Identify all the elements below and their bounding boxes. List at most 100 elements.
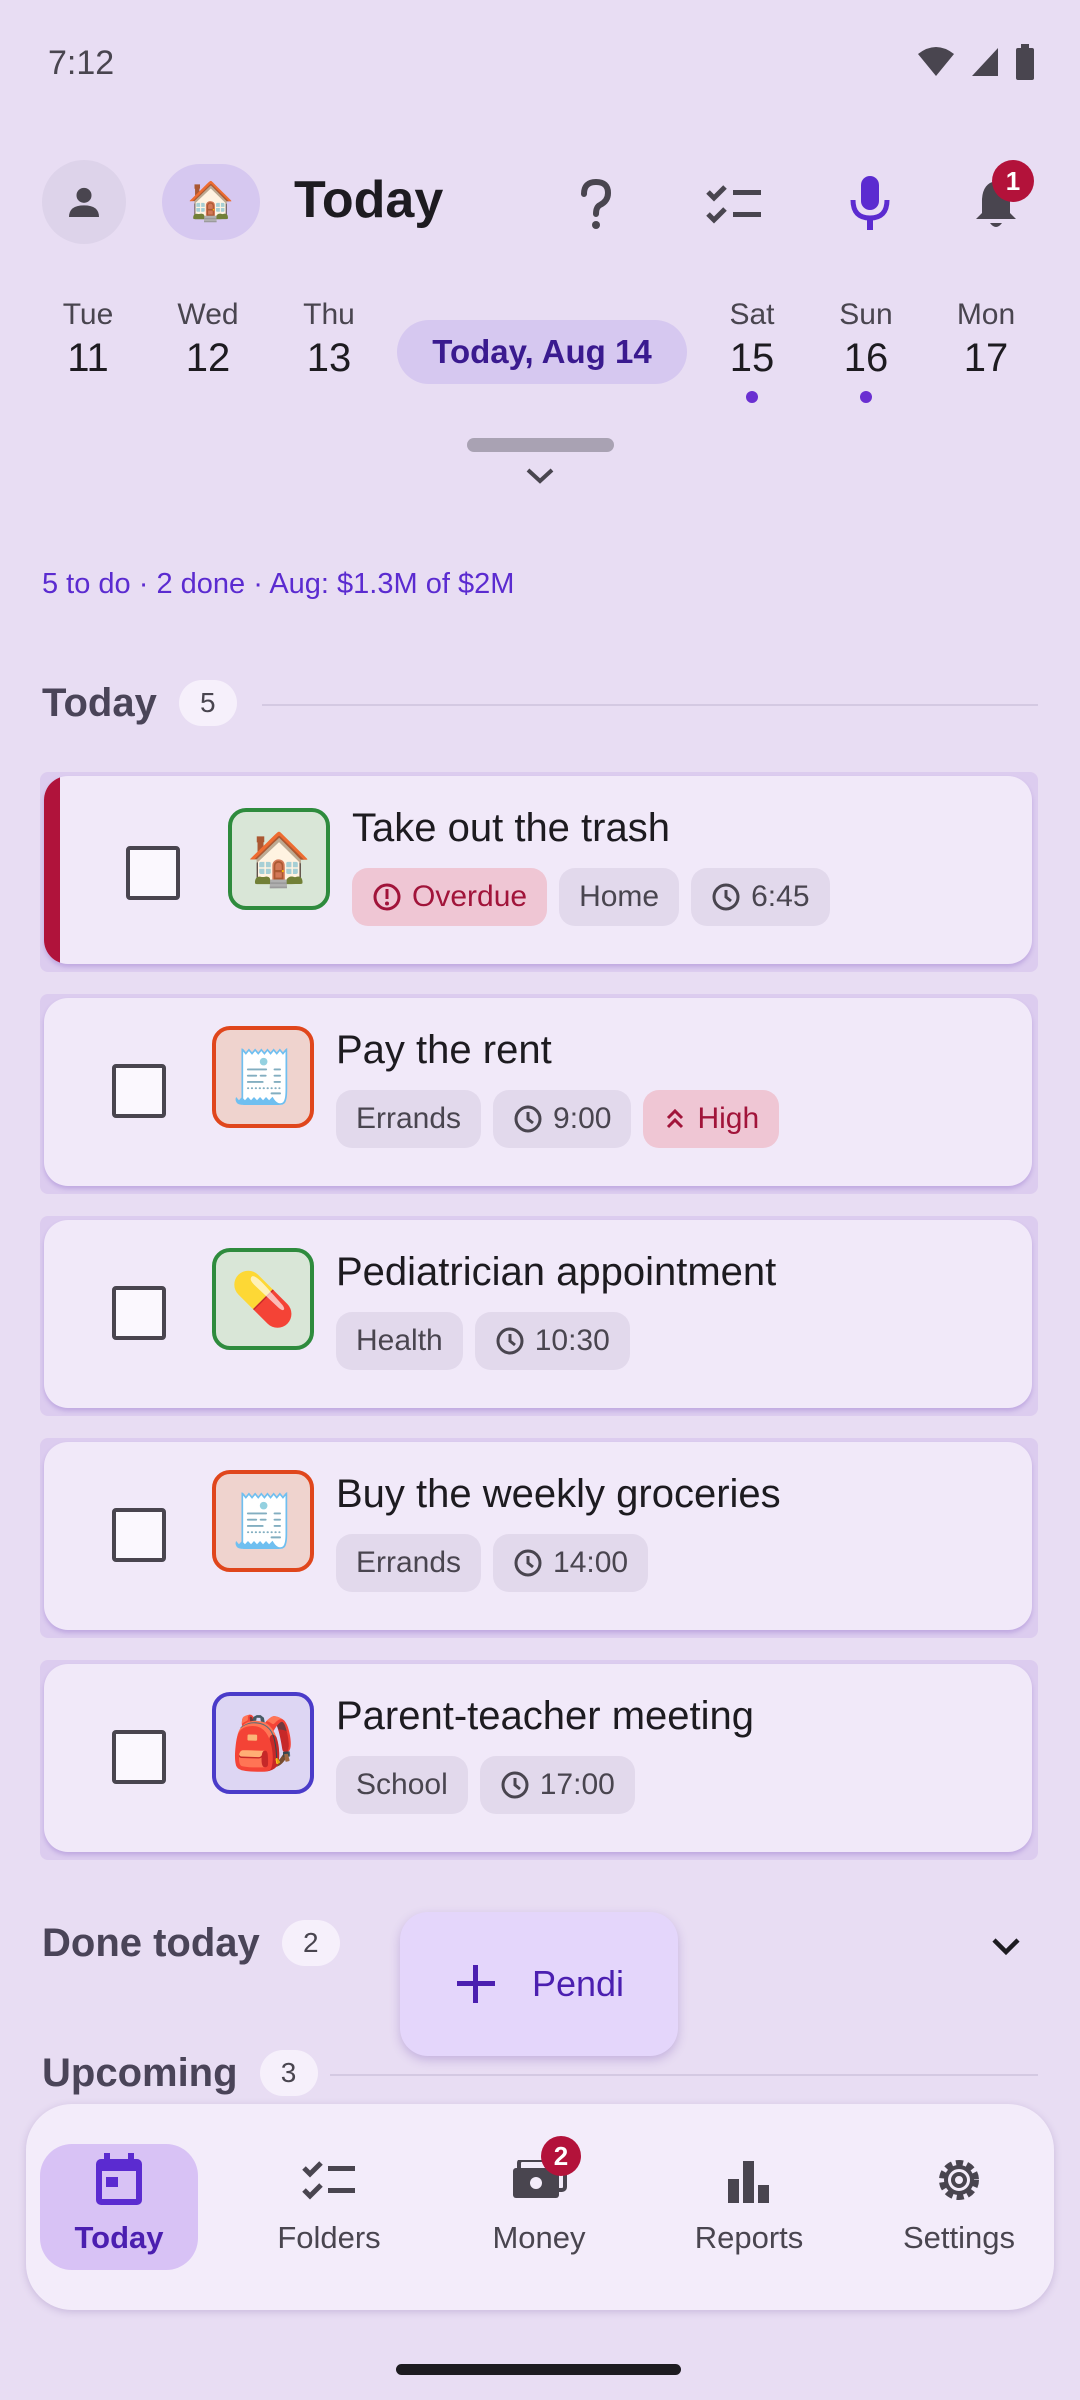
day-number: 16 [843,336,889,380]
clock-icon [501,1771,529,1799]
task-card[interactable]: 🎒 Parent-teacher meeting School 17:00 [40,1660,1038,1860]
section-title: Done today [42,1920,260,1965]
chevron-down-icon [992,1938,1020,1956]
section-divider [262,704,1038,706]
done-today-section-header[interactable]: Done today 2 [42,1920,340,1966]
checklist-icon [706,185,761,224]
day-of-week: Sun [839,298,893,331]
voice-input-button[interactable] [828,162,912,246]
today-section-header: Today 5 [42,680,237,726]
category-chip: School [336,1756,468,1814]
nav-label: Today [74,2220,164,2255]
date-mon-17[interactable]: Mon 17 [931,298,1041,381]
nav-today[interactable]: Today [29,2104,209,2310]
category-chip: Health [336,1312,463,1370]
health-category-icon: 💊 [212,1248,314,1350]
workspace-home-chip[interactable]: 🏠 [162,164,260,240]
chip-label: School [356,1768,448,1801]
day-number: 15 [729,336,775,380]
has-tasks-dot [860,391,872,403]
checklist-button[interactable] [692,162,776,246]
chip-label: High [697,1102,760,1135]
date-tue-11[interactable]: Tue 11 [33,298,143,381]
time-chip: 10:30 [474,1312,630,1370]
category-chip: Errands [336,1534,482,1592]
overdue-chip: Overdue [352,868,548,926]
section-divider [330,2074,1038,2076]
task-checkbox[interactable] [112,1730,166,1784]
profile-button[interactable] [42,160,126,244]
backpack-emoji-icon: 🎒 [230,1714,296,1773]
help-icon [581,178,612,229]
double-chevron-up-icon [667,1108,684,1129]
add-task-fab[interactable]: Pendi [400,1912,678,2056]
nav-settings[interactable]: Settings [869,2104,1049,2310]
pill-emoji-icon: 💊 [230,1270,296,1329]
expand-calendar-button[interactable] [520,464,560,493]
chip-label: 17:00 [539,1768,615,1801]
notification-badge: 1 [992,160,1034,202]
task-title: Buy the weekly groceries [336,1472,781,1516]
home-category-icon: 🏠 [228,808,330,910]
task-checkbox[interactable] [112,1064,166,1118]
nav-folders[interactable]: Folders [239,2104,419,2310]
errands-category-icon: 🧾 [212,1026,314,1128]
cellular-signal-icon [972,48,998,76]
nav-label: Reports [694,2220,804,2255]
upcoming-section-header: Upcoming 3 [42,2050,318,2096]
chip-label: 9:00 [553,1102,612,1135]
section-count: 5 [178,680,237,726]
bottom-navigation: Today Folders 2 Money Reports Settings [26,2104,1054,2310]
calendar-drag-handle[interactable] [467,438,614,452]
task-checkbox[interactable] [126,846,180,900]
battery-icon [1016,44,1034,80]
task-checkbox[interactable] [112,1508,166,1562]
chip-label: Errands [356,1102,462,1135]
date-sat-15[interactable]: Sat 15 [697,298,807,403]
overdue-stripe [44,776,60,964]
date-thu-13[interactable]: Thu 13 [274,298,384,381]
task-title: Pay the rent [336,1028,552,1072]
nav-money[interactable]: 2 Money [449,2104,629,2310]
chip-label: Health [356,1324,443,1357]
day-number: 13 [306,336,352,380]
bar-chart-icon [728,2161,769,2203]
clock-icon [514,1549,542,1577]
nav-reports[interactable]: Reports [659,2104,839,2310]
alert-circle-icon [373,883,401,911]
day-of-week: Mon [956,298,1016,331]
help-button[interactable] [554,162,638,246]
errands-category-icon: 🧾 [212,1470,314,1572]
money-badge: 2 [541,2136,581,2176]
nav-label: Money [492,2220,586,2255]
page-title: Today [294,171,444,229]
house-emoji-icon: 🏠 [187,181,235,223]
task-card[interactable]: 🧾 Buy the weekly groceries Errands 14:00 [40,1438,1038,1638]
expand-done-button[interactable] [984,1926,1028,1971]
section-title: Today [42,680,157,725]
task-checkbox[interactable] [112,1286,166,1340]
receipt-emoji-icon: 🧾 [230,1492,296,1551]
checklist-icon [302,2161,355,2200]
task-card[interactable]: 🧾 Pay the rent Errands 9:00 High [40,994,1038,1194]
clock-icon [496,1327,524,1355]
section-title: Upcoming [42,2050,238,2095]
has-tasks-dot [746,391,758,403]
receipt-emoji-icon: 🧾 [230,1048,296,1107]
date-wed-12[interactable]: Wed 12 [153,298,263,381]
house-emoji-icon: 🏠 [246,830,312,889]
calendar-icon [96,2153,142,2205]
chip-label: 10:30 [534,1324,610,1357]
task-title: Pediatrician appointment [336,1250,777,1294]
school-category-icon: 🎒 [212,1692,314,1794]
task-card[interactable]: 💊 Pediatrician appointment Health 10:30 [40,1216,1038,1416]
chip-label: Overdue [412,880,528,913]
task-card[interactable]: 🏠 Take out the trash Overdue Home 6:45 [40,772,1038,972]
date-sun-16[interactable]: Sun 16 [811,298,921,403]
task-title: Parent-teacher meeting [336,1694,755,1738]
day-of-week: Wed [177,298,239,331]
chip-label: 14:00 [553,1546,629,1579]
gear-icon [939,2160,979,2200]
selected-date-pill[interactable]: Today, Aug 14 [397,320,687,384]
wifi-icon [918,47,954,76]
